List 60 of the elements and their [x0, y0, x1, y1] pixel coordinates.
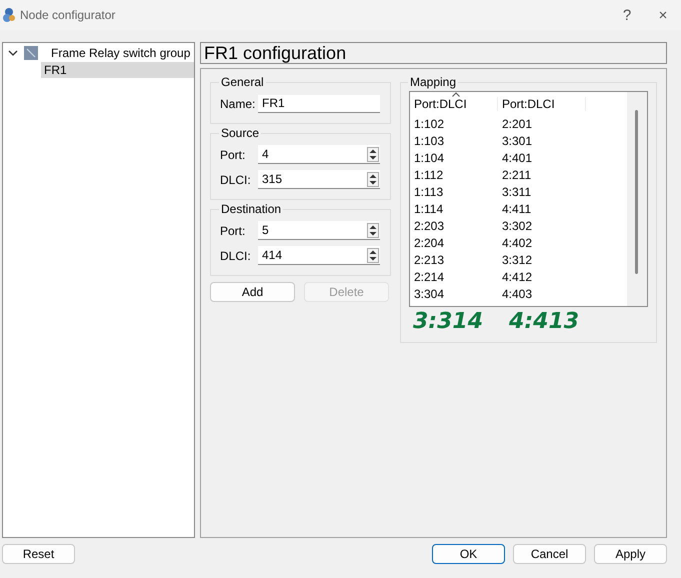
group-title: General — [220, 75, 265, 89]
list-cell-text: 2:213 — [413, 252, 446, 266]
list-cell-text: 3:311 — [501, 184, 532, 198]
list-cell-text: 3:312 — [501, 252, 534, 266]
list-cell-text: 1:102 — [413, 116, 446, 130]
list-cell-text: 1:113 — [413, 184, 444, 198]
config-header: FR1 configuration — [200, 42, 667, 64]
field-label: Port: — [220, 148, 246, 162]
list-cell-text: 2:211 — [501, 168, 532, 182]
group-title: Source — [220, 126, 260, 140]
group-title: Mapping — [409, 75, 458, 89]
sort-icon — [452, 92, 460, 97]
list-cell-text: 1:112 — [413, 168, 444, 182]
tree-item[interactable]: FR1 — [41, 62, 194, 78]
list-cell-text: 3:302 — [501, 218, 534, 232]
field-label: DLCI: — [220, 248, 252, 262]
chevron-icon[interactable] — [8, 48, 18, 58]
list-cell-text: 4:403 — [501, 286, 534, 300]
spin-field[interactable]: 414 — [258, 246, 380, 265]
spin-arrows-icon[interactable] — [367, 222, 379, 238]
spin-arrows-icon[interactable] — [367, 146, 379, 162]
list-cell-text: 3:304 — [413, 286, 446, 300]
handwritten-note: 4:413 — [509, 309, 580, 334]
spin-field[interactable]: 5 — [258, 221, 380, 240]
reset-button[interactable]: Reset — [2, 544, 75, 564]
field-label: Name: — [220, 96, 256, 110]
action-button[interactable]: Add — [210, 282, 295, 302]
dialog-button[interactable]: OK — [432, 544, 505, 564]
list-cell-text: 4:412 — [501, 270, 534, 284]
field-label: Port: — [220, 224, 246, 238]
list-cell-text: 2:214 — [413, 270, 446, 284]
dialog-button[interactable]: Cancel — [513, 544, 586, 564]
list-cell-text: 4:402 — [501, 236, 534, 250]
list-cell-text: 2:203 — [413, 218, 446, 232]
spin-field[interactable]: 315 — [258, 170, 380, 189]
help-button[interactable]: ? — [609, 1, 645, 29]
list-cell-text: 4:401 — [501, 150, 534, 164]
list-cell-text: 2:204 — [413, 236, 446, 250]
field-label: DLCI: — [220, 172, 252, 186]
list-cell-text: 3:301 — [501, 134, 534, 148]
list-cell-text: 1:114 — [413, 202, 444, 216]
spin-arrows-icon[interactable] — [367, 172, 379, 186]
switch-icon — [24, 46, 38, 60]
group-title: Destination — [220, 202, 282, 216]
close-button[interactable]: × — [645, 1, 681, 29]
name-field[interactable]: FR1 — [258, 94, 380, 112]
window-title: Node configurator — [20, 8, 116, 22]
list-cell-text: 2:201 — [501, 116, 534, 130]
scrollbar[interactable] — [627, 92, 647, 306]
tree-item[interactable]: Frame Relay switch group — [48, 44, 194, 60]
list-cell-text: 1:104 — [413, 150, 446, 164]
dialog-button[interactable]: Apply — [594, 544, 667, 564]
list-cell-text: 4:411 — [501, 202, 532, 216]
column-header[interactable]: Port:DLCI — [410, 96, 498, 110]
app-icon — [2, 7, 16, 23]
list-cell-text: 1:103 — [413, 134, 446, 148]
spin-arrows-icon[interactable] — [367, 248, 379, 262]
handwritten-note: 3:314 — [413, 309, 484, 334]
column-header[interactable]: Port:DLCI — [498, 96, 586, 110]
spin-field[interactable]: 4 — [258, 145, 380, 164]
